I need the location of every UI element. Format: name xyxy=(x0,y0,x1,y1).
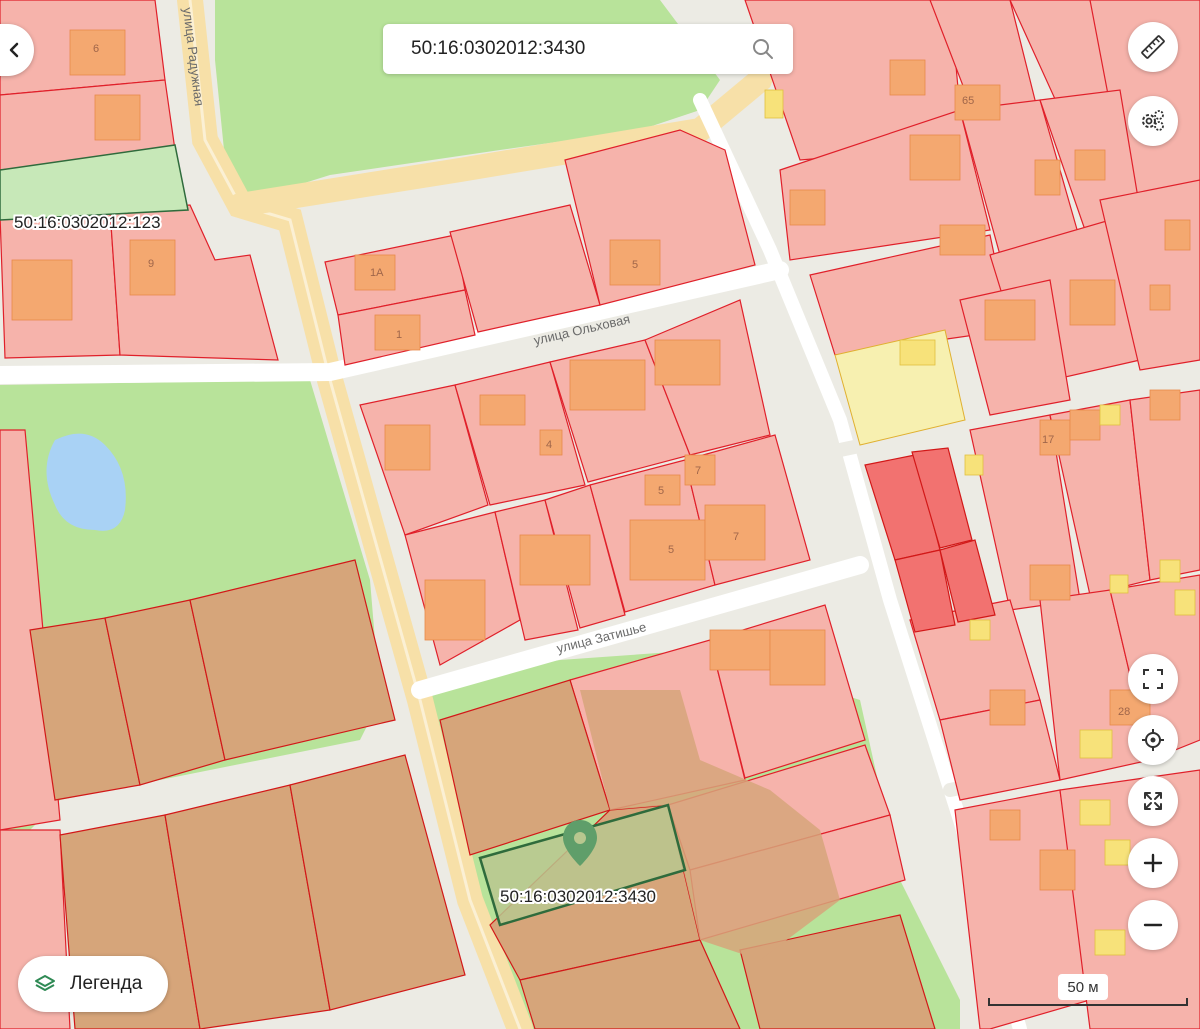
house-number: 9 xyxy=(148,258,154,270)
scale-label: 50 м xyxy=(1058,974,1108,1000)
house-number: 5 xyxy=(632,259,638,271)
minus-icon xyxy=(1143,923,1163,927)
house-number: 4 xyxy=(546,439,552,451)
zoom-in-button[interactable] xyxy=(1128,838,1178,888)
fit-bounds-icon xyxy=(1144,792,1162,810)
scale-bar xyxy=(988,998,1188,1006)
search-input[interactable] xyxy=(409,37,733,61)
cadastral-map[interactable]: улица Радужная улица Ольховая улица Зати… xyxy=(0,0,1200,1029)
fit-bounds-button[interactable] xyxy=(1128,776,1178,826)
fullscreen-button[interactable] xyxy=(1128,654,1178,704)
search-icon[interactable] xyxy=(751,37,775,61)
legend-label: Легенда xyxy=(70,973,143,994)
ruler-icon xyxy=(1141,35,1165,59)
parcel-label-123: 50:16:0302012:123 xyxy=(14,213,161,232)
locate-button[interactable] xyxy=(1128,715,1178,765)
search-box[interactable] xyxy=(383,24,793,74)
plus-icon xyxy=(1143,853,1163,873)
settings-gears-icon xyxy=(1142,110,1164,131)
ruler-button[interactable] xyxy=(1128,22,1178,72)
house-number: 1 xyxy=(396,329,402,341)
house-number: 5 xyxy=(658,485,664,497)
house-number: 65 xyxy=(962,95,974,107)
house-number: 6 xyxy=(93,43,99,55)
zoom-out-button[interactable] xyxy=(1128,900,1178,950)
house-number: 28 xyxy=(1118,706,1130,718)
chevron-left-icon xyxy=(9,42,19,58)
settings-button[interactable] xyxy=(1128,96,1178,146)
layers-icon xyxy=(35,975,55,991)
house-number: 7 xyxy=(733,531,739,543)
legend-button[interactable]: Легенда xyxy=(18,956,168,1012)
map-scale: 50 м xyxy=(988,970,1193,1010)
house-number: 17 xyxy=(1042,434,1054,446)
house-number: 5 xyxy=(668,544,674,556)
parcel-label-selected: 50:16:0302012:3430 xyxy=(500,887,656,906)
house-number: 7 xyxy=(695,465,701,477)
house-number: 1А xyxy=(370,267,384,279)
fullscreen-icon xyxy=(1143,669,1163,689)
locate-icon xyxy=(1142,729,1164,751)
